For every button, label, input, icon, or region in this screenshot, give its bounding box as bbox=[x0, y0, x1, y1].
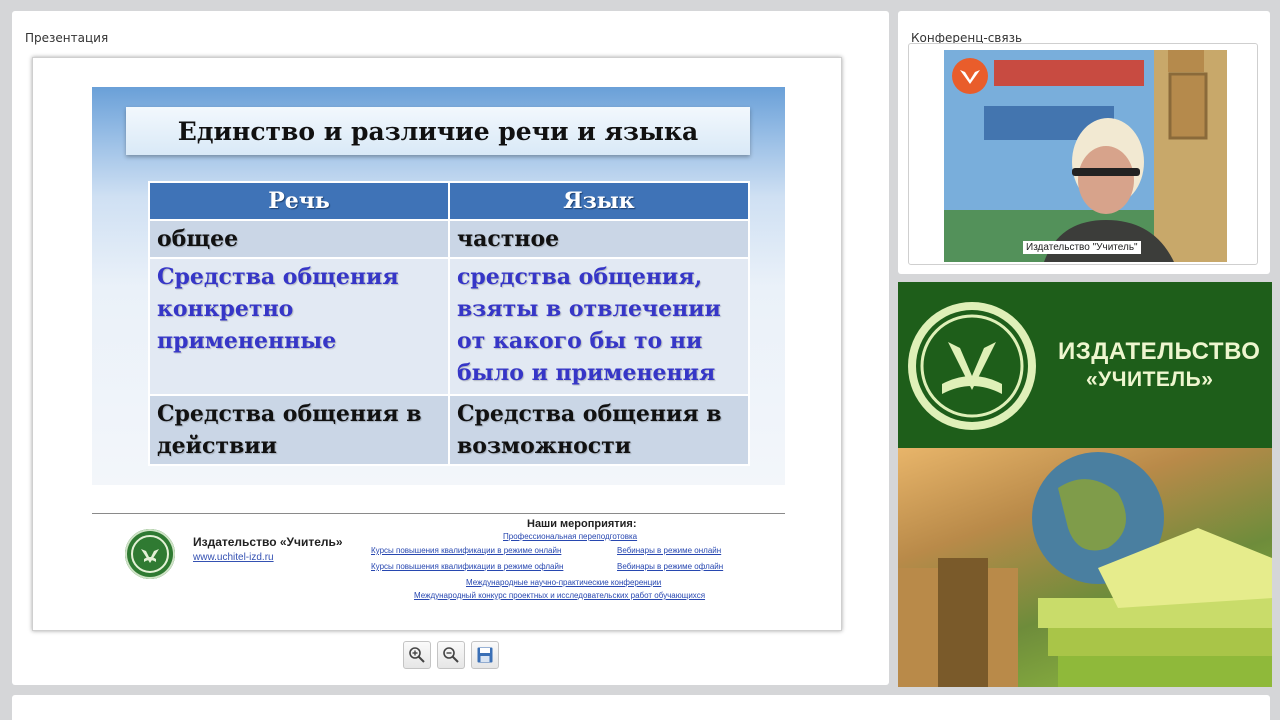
event-link-courses-offline[interactable]: Курсы повышения квалификации в режиме оф… bbox=[371, 562, 563, 571]
table-cell: Средства общения конкретно примененные bbox=[148, 257, 450, 396]
slide-title: Единство и различие речи и языка bbox=[126, 107, 750, 155]
participant-name-label: Издательство "Учитель" bbox=[1023, 241, 1141, 254]
video-frame: Издательство "Учитель" bbox=[908, 43, 1258, 265]
participant-video[interactable] bbox=[944, 50, 1227, 262]
brand-banner-image bbox=[898, 448, 1272, 687]
table-row: общее частное bbox=[148, 219, 750, 259]
events-title: Наши мероприятия: bbox=[527, 518, 637, 530]
zoom-in-button[interactable] bbox=[403, 641, 431, 669]
slide-table: Речь Язык общее частное Средства общения… bbox=[148, 181, 750, 466]
footer-publisher-name: Издательство «Учитель» bbox=[193, 535, 343, 549]
table-cell: средства общения, взяты в отвлечении от … bbox=[448, 257, 750, 396]
table-row: Средства общения конкретно примененные с… bbox=[148, 257, 750, 396]
table-cell: Средства общения в действии bbox=[148, 394, 450, 466]
presentation-panel: Презентация Единство и различие речи и я… bbox=[12, 11, 889, 685]
save-button[interactable] bbox=[471, 641, 499, 669]
event-link-retraining[interactable]: Профессиональная переподготовка bbox=[503, 532, 637, 541]
event-link-webinars-offline[interactable]: Вебинары в режиме офлайн bbox=[617, 562, 723, 571]
slide-footer-divider bbox=[92, 513, 785, 514]
participant-video-image bbox=[944, 50, 1227, 262]
event-link-conferences[interactable]: Международные научно-практические конфер… bbox=[466, 578, 661, 587]
table-row: Средства общения в действии Средства общ… bbox=[148, 394, 750, 466]
zoom-out-icon bbox=[443, 647, 459, 663]
brand-banner-top: ИЗДАТЕЛЬСТВО «УЧИТЕЛЬ» bbox=[898, 282, 1272, 448]
table-cell: частное bbox=[448, 219, 750, 259]
footer-publisher-url[interactable]: www.uchitel-izd.ru bbox=[193, 552, 274, 563]
books-globe-image bbox=[898, 452, 1272, 687]
table-cell: общее bbox=[148, 219, 450, 259]
zoom-out-button[interactable] bbox=[437, 641, 465, 669]
event-link-courses-online[interactable]: Курсы повышения квалификации в режиме он… bbox=[371, 546, 561, 555]
conference-panel: Конференц-связь Издательство "Учитель" bbox=[898, 11, 1270, 274]
brand-name-line2: «УЧИТЕЛЬ» bbox=[1086, 368, 1214, 391]
presentation-panel-title: Презентация bbox=[25, 31, 109, 45]
slide-content: Единство и различие речи и языка Речь Яз… bbox=[92, 87, 785, 485]
publisher-logo-large bbox=[908, 302, 1036, 430]
table-header-speech: Речь bbox=[148, 181, 450, 221]
event-link-webinars-online[interactable]: Вебинары в режиме онлайн bbox=[617, 546, 721, 555]
save-icon bbox=[477, 647, 493, 663]
table-header-language: Язык bbox=[448, 181, 750, 221]
zoom-in-icon bbox=[409, 647, 425, 663]
event-link-contest[interactable]: Международный конкурс проектных и исслед… bbox=[414, 591, 705, 600]
table-cell: Средства общения в возможности bbox=[448, 394, 750, 466]
bottom-bar bbox=[12, 695, 1270, 720]
slide-frame: Единство и различие речи и языка Речь Яз… bbox=[32, 57, 842, 631]
publisher-logo bbox=[125, 529, 175, 579]
brand-banner: ИЗДАТЕЛЬСТВО «УЧИТЕЛЬ» bbox=[898, 282, 1272, 687]
slide-toolbar bbox=[403, 641, 499, 669]
brand-name-line1: ИЗДАТЕЛЬСТВО bbox=[1058, 338, 1261, 365]
